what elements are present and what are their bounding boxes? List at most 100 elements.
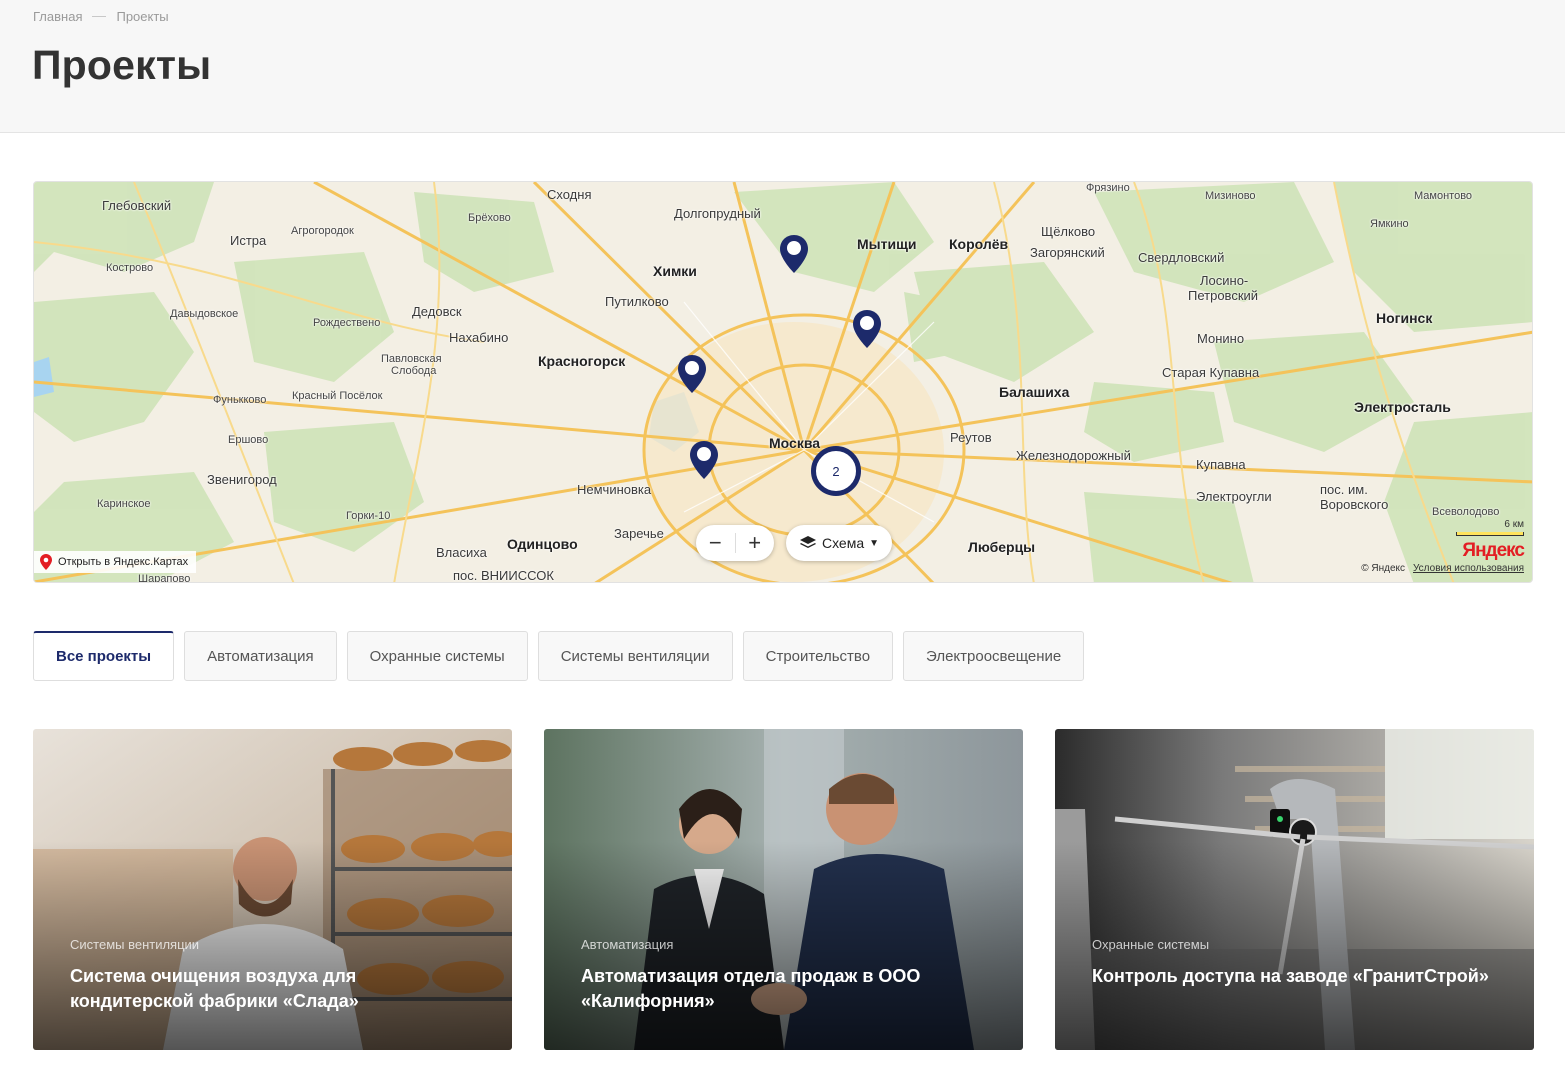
map-copyright: © Яндекс Условия использования bbox=[1361, 563, 1524, 574]
map-city-label: Ершово bbox=[228, 434, 269, 446]
project-card-bakery[interactable]: Системы вентиляции Система очищения возд… bbox=[33, 729, 512, 1050]
map-city-label: Власиха bbox=[436, 545, 487, 560]
map-city-label: Люберцы bbox=[968, 539, 1036, 555]
map-city-label: Свердловский bbox=[1138, 250, 1225, 265]
map-city-label: Истра bbox=[230, 233, 267, 248]
map-city-label: Слобода bbox=[391, 365, 437, 377]
tab-all[interactable]: Все проекты bbox=[33, 631, 175, 681]
map-city-label: Рождествено bbox=[313, 317, 381, 329]
map-city-label: Горки-10 bbox=[346, 510, 391, 522]
map-city-label: Павловская bbox=[381, 353, 442, 365]
project-card-handshake[interactable]: Автоматизация Автоматизация отдела прода… bbox=[544, 729, 1023, 1050]
projects-map[interactable]: Сходня Глебовский Брёхово Долгопрудный Фрязи… bbox=[33, 181, 1533, 583]
open-in-yandex-label: Открыть в Яндекс.Картах bbox=[58, 556, 189, 568]
map-city-label: Каринское bbox=[97, 498, 151, 510]
breadcrumb-current: Проекты bbox=[116, 9, 169, 24]
open-in-yandex-link[interactable]: Открыть в Яндекс.Картах bbox=[34, 551, 197, 573]
copyright-text: © Яндекс bbox=[1361, 563, 1405, 574]
map-city-label: Королёв bbox=[949, 236, 1009, 252]
project-cards: Системы вентиляции Система очищения возд… bbox=[33, 729, 1534, 1050]
card-title[interactable]: Система очищения воздуха для кондитерско… bbox=[70, 964, 470, 1014]
terms-of-use-link[interactable]: Условия использования bbox=[1413, 563, 1524, 574]
map-city-label: Немчиновка bbox=[577, 482, 652, 497]
breadcrumb-home-link[interactable]: Главная bbox=[33, 9, 82, 24]
project-marker[interactable] bbox=[688, 439, 720, 481]
map-city-label: Москва bbox=[769, 435, 821, 451]
map-city-label: Фунькково bbox=[213, 394, 267, 406]
tab-category-5[interactable]: Электроосвещение bbox=[903, 631, 1085, 681]
card-overlay bbox=[1055, 729, 1534, 1050]
map-city-label: пос. им. bbox=[1320, 482, 1368, 497]
card-category: Системы вентиляции bbox=[70, 937, 200, 952]
card-title[interactable]: Автоматизация отдела продаж в ООО «Калиф… bbox=[581, 964, 981, 1014]
tab-category-1[interactable]: Автоматизация bbox=[184, 631, 337, 681]
zoom-in-button[interactable]: + bbox=[735, 525, 774, 561]
tab-category-4[interactable]: Строительство bbox=[742, 631, 894, 681]
map-city-label: Балашиха bbox=[999, 384, 1070, 400]
card-category: Автоматизация bbox=[581, 937, 674, 952]
map-city-label: Фрязино bbox=[1086, 182, 1130, 194]
map-city-label: Загорянский bbox=[1030, 245, 1105, 260]
breadcrumb-separator bbox=[92, 16, 107, 17]
zoom-control: − + bbox=[696, 525, 774, 561]
breadcrumb: Главная Проекты bbox=[33, 9, 169, 24]
map-city-label: Дедовск bbox=[412, 304, 462, 319]
map-city-label: Красногорск bbox=[538, 353, 626, 369]
map-city-label: Глебовский bbox=[102, 198, 172, 213]
map-city-label: Заречье bbox=[614, 526, 664, 541]
map-city-label: Щёлково bbox=[1041, 224, 1096, 239]
tab-category-2[interactable]: Охранные системы bbox=[346, 631, 528, 681]
yandex-logo-text: Яндекс bbox=[1462, 540, 1525, 561]
page-title: Проекты bbox=[32, 42, 212, 88]
map-layer-label: Схема bbox=[821, 535, 865, 551]
project-marker[interactable] bbox=[851, 308, 883, 350]
map-city-label: Путилково bbox=[605, 294, 669, 309]
map-city-label: Кострово bbox=[106, 262, 154, 274]
map-city-label: Мамонтово bbox=[1414, 190, 1473, 202]
project-card-turnstile[interactable]: Охранные системы Контроль доступа на зав… bbox=[1055, 729, 1534, 1050]
map-city-label: Агрогородок bbox=[291, 225, 354, 237]
map-pin-icon bbox=[40, 554, 52, 570]
layers-icon bbox=[799, 536, 816, 548]
page-header: Главная Проекты Проекты bbox=[0, 0, 1565, 133]
map-layer-button[interactable]: Схема ▼ bbox=[786, 525, 892, 561]
map-city-label: Петровский bbox=[1188, 288, 1259, 303]
map-scale: 6 км bbox=[1456, 519, 1524, 536]
map-city-label: Красный Посёлок bbox=[292, 390, 383, 402]
map-city-label: Лосино- bbox=[1200, 273, 1249, 288]
map-scale-label: 6 км bbox=[1504, 519, 1524, 530]
map-city-label: Сходня bbox=[547, 187, 592, 202]
map-city-label: Одинцово bbox=[507, 536, 578, 552]
map-city-label: Долгопрудный bbox=[674, 206, 761, 221]
card-title[interactable]: Контроль доступа на заводе «ГранитСтрой» bbox=[1092, 964, 1492, 989]
project-marker[interactable] bbox=[676, 353, 708, 395]
yandex-logo: Яндекс bbox=[1462, 540, 1525, 562]
map-city-label: Всеволодово bbox=[1432, 506, 1500, 518]
map-scale-bar bbox=[1456, 532, 1524, 536]
map-city-label: Давыдовское bbox=[170, 308, 239, 320]
map-city-label: Электроугли bbox=[1196, 489, 1272, 504]
chevron-down-icon: ▼ bbox=[869, 537, 880, 549]
map-city-label: Мизиново bbox=[1205, 190, 1256, 202]
map-city-label: Шарапово bbox=[138, 573, 191, 583]
tab-category-3[interactable]: Системы вентиляции bbox=[537, 631, 733, 681]
map-city-label: Нахабино bbox=[449, 330, 509, 345]
map-city-label: Звенигород bbox=[207, 472, 277, 487]
map-city-label: Железнодорожный bbox=[1016, 448, 1131, 463]
map-city-label: Старая Купавна bbox=[1162, 365, 1260, 380]
zoom-out-button[interactable]: − bbox=[696, 525, 735, 561]
project-marker[interactable] bbox=[778, 233, 810, 275]
map-city-label: Брёхово bbox=[468, 212, 511, 224]
map-city-label: Монино bbox=[1197, 331, 1245, 346]
map-city-label: Электросталь bbox=[1354, 399, 1451, 415]
map-city-label: Воровского bbox=[1320, 497, 1389, 512]
map-city-label: Мытищи bbox=[857, 236, 917, 252]
map-city-label: Ногинск bbox=[1376, 310, 1433, 326]
map-city-label: Реутов bbox=[950, 430, 992, 445]
category-tabs: Все проекты Автоматизация Охранные системы… bbox=[33, 631, 1085, 681]
card-category: Охранные системы bbox=[1092, 937, 1210, 952]
project-cluster[interactable]: 2 bbox=[811, 446, 861, 496]
map-city-label: Ямкино bbox=[1370, 218, 1409, 230]
map-city-label: Купавна bbox=[1196, 457, 1246, 472]
map-city-label: Химки bbox=[653, 263, 697, 279]
